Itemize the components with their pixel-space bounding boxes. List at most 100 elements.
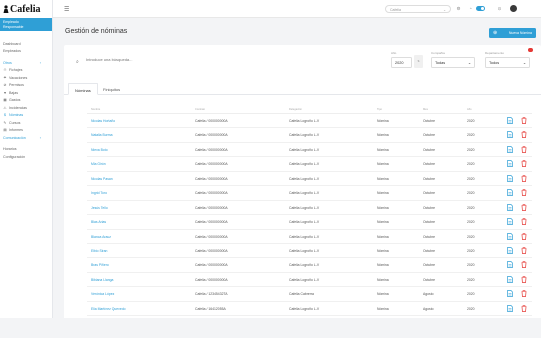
employee-name-cell[interactable]: Elia Martínez Quevedo (91, 307, 126, 311)
column-header-nombre[interactable]: Nombre (91, 108, 100, 111)
sidebar-item-3[interactable]: ⏱ Fichajes (0, 67, 52, 75)
column-header-contrato[interactable]: Contrato (195, 108, 205, 111)
table-row[interactable]: Blanca Arauz Cafelia / 000000000A Cafelia … (87, 230, 532, 244)
sidebar-item-8[interactable]: ⚠ Incidencias (0, 104, 52, 112)
delegation-cell: Cafelia Logroño L-V (289, 176, 320, 181)
table-row[interactable]: Natalia Burma Cafelia / 000000000A Cafelia… (87, 128, 532, 143)
logo[interactable]: Cafelia (0, 0, 52, 18)
sidebar-item-9[interactable]: $ Nóminas (0, 112, 52, 120)
trash-icon[interactable] (521, 175, 527, 182)
column-header-ano[interactable]: Año (467, 108, 472, 111)
trash-icon[interactable] (521, 218, 527, 225)
sidebar-item-14[interactable]: Configuración (0, 153, 52, 161)
year-field[interactable]: 2020 (391, 57, 412, 68)
trash-icon[interactable] (521, 304, 527, 312)
company-filter-select[interactable]: Todas ⌄ (431, 57, 475, 68)
year-spinner-button[interactable]: ⇅ (414, 55, 423, 68)
document-icon[interactable] (507, 304, 513, 312)
employee-name-cell[interactable]: Ingrid Toro (91, 191, 107, 195)
search-input[interactable] (86, 57, 286, 62)
company-filter-value: Todas (435, 60, 446, 65)
table-row[interactable]: Nicolas Hortaño Cafelia / 000000000A Cafel… (87, 114, 532, 129)
trash-icon[interactable] (521, 189, 527, 197)
company-selector[interactable]: Empleado Responsable (0, 18, 52, 31)
sidebar-item-2[interactable]: Otros › (0, 59, 52, 67)
sidebar-item-13[interactable]: Horarios (0, 146, 52, 154)
table-row[interactable]: Jesús Tello Cafelia / 000000000A Cafelia L… (87, 201, 532, 216)
document-icon[interactable] (507, 117, 513, 124)
trash-icon[interactable] (521, 160, 527, 168)
help-icon[interactable]: ⊙ (497, 6, 502, 11)
sidebar-item-5[interactable]: ⊘ Permisos (0, 82, 52, 90)
sidebar-item-11[interactable]: ▤ Informes (0, 127, 52, 135)
month-cell: Octubre (423, 133, 436, 138)
sidebar-item-7[interactable]: ▦ Gastos (0, 97, 52, 105)
trash-icon[interactable] (521, 203, 527, 211)
employee-name-cell[interactable]: Elbio Siran (91, 249, 107, 253)
column-header-delegacion[interactable]: Delegación (289, 108, 302, 111)
sidebar-item-4[interactable]: ☂ Vacaciones (0, 74, 52, 82)
department-filter-select[interactable]: Todos ⌄ (485, 57, 530, 68)
column-header-tipo[interactable]: Tipo (377, 108, 382, 111)
document-icon[interactable] (507, 261, 513, 269)
settings-icon[interactable]: ⚙ (456, 6, 461, 11)
employee-name-cell[interactable]: Jesús Tello (91, 206, 108, 210)
document-icon[interactable] (507, 232, 513, 240)
trash-icon[interactable] (521, 261, 527, 269)
bell-icon[interactable]: ◔ (468, 6, 473, 11)
menu-icon[interactable]: ☰ (64, 6, 69, 13)
document-icon[interactable] (507, 290, 513, 298)
document-icon[interactable] (507, 203, 513, 211)
table-row[interactable]: Bibiana Llanga Cafelia / 000000000A Cafeli… (87, 273, 532, 288)
table-row[interactable]: Ingrid Toro Cafelia / 000000000A Cafelia L… (87, 186, 532, 201)
tab-nominas[interactable]: Nóminas (68, 83, 98, 95)
document-icon[interactable] (507, 160, 513, 168)
sidebar-item-12[interactable]: Comunicación › (0, 134, 52, 142)
document-icon[interactable] (507, 218, 513, 225)
employee-name-cell[interactable]: Verónica López (91, 292, 114, 296)
document-icon[interactable] (507, 174, 513, 182)
employee-name-cell[interactable]: Mia Girón (91, 162, 106, 166)
employee-name-cell[interactable]: Blanca Arauz (91, 235, 111, 239)
employee-name-cell[interactable]: Nieva Boto (91, 148, 108, 152)
table-row[interactable]: Nieva Boto Cafelia / 000000000A Cafelia Lo… (87, 143, 532, 158)
document-icon[interactable] (507, 189, 513, 197)
tab-finiquitos[interactable]: Finiquitos (97, 83, 126, 95)
chevron-down-icon: ⌄ (522, 61, 526, 65)
employee-name-cell[interactable]: Nicolas Pasan (91, 177, 113, 181)
type-cell: Nómina (377, 162, 389, 167)
document-icon[interactable] (507, 146, 513, 153)
sidebar-item-6[interactable]: ♥ Bajas (0, 89, 52, 97)
table-row[interactable]: Mia Girón Cafelia / 000000000A Cafelia Log… (87, 157, 532, 172)
nav-icon: $ (4, 113, 6, 118)
trash-icon[interactable] (521, 131, 527, 139)
table-row[interactable]: Elbio Siran Cafelia / 000000000A Cafelia L… (87, 244, 532, 259)
employee-name-cell[interactable]: Blas Arias (91, 220, 106, 224)
sidebar-item-10[interactable]: ✎ Cursos (0, 119, 52, 127)
trash-icon[interactable] (521, 247, 527, 254)
sidebar-item-1[interactable]: Empleados (0, 48, 52, 56)
employee-name-cell[interactable]: Bibiana Llanga (91, 278, 113, 282)
trash-icon[interactable] (521, 232, 527, 240)
theme-toggle[interactable] (476, 6, 485, 11)
document-icon[interactable] (507, 131, 513, 139)
trash-icon[interactable] (521, 146, 527, 153)
employee-name-cell[interactable]: Nicolas Hortaño (91, 119, 115, 123)
table-row[interactable]: Nicolas Pasan Cafelia / 000000000A Cafelia… (87, 172, 532, 187)
table-row[interactable]: Bras Piñero Cafelia / 000000000A Cafelia L… (87, 258, 532, 273)
sidebar-item-0[interactable]: Dashboard (0, 40, 52, 48)
trash-icon[interactable] (521, 276, 527, 283)
table-row[interactable]: Blas Arias Cafelia / 000000000A Cafelia Lo… (87, 215, 532, 230)
document-icon[interactable] (507, 275, 513, 283)
trash-icon[interactable] (521, 290, 527, 298)
new-payroll-button[interactable]: ⊕ Nueva Nómina (489, 28, 536, 38)
table-row[interactable]: Elia Martínez Quevedo Cafelia / 16412055A… (87, 302, 532, 317)
column-header-mes[interactable]: Mes (423, 108, 428, 111)
document-icon[interactable] (507, 247, 513, 254)
trash-icon[interactable] (521, 117, 527, 124)
company-select[interactable]: Cafelia ⌄ (385, 5, 451, 13)
employee-name-cell[interactable]: Bras Piñero (91, 263, 109, 267)
avatar[interactable] (510, 5, 517, 12)
employee-name-cell[interactable]: Natalia Burma (91, 133, 112, 137)
table-row[interactable]: Verónica López Cafelia / 12345432TA Cafeli… (87, 287, 532, 302)
